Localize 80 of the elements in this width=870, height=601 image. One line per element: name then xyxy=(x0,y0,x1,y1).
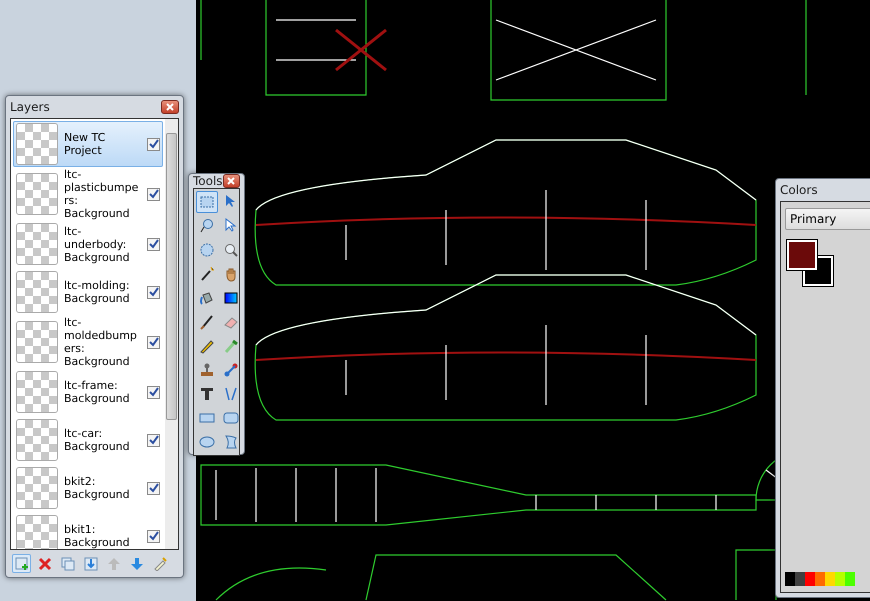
check-icon xyxy=(148,483,158,493)
layer-item[interactable]: ltc-car: Background xyxy=(13,417,163,463)
gradient-icon xyxy=(223,290,239,306)
layer-item[interactable]: ltc-underbody: Background xyxy=(13,221,163,267)
recolor-icon xyxy=(223,362,239,378)
color-mode-dropdown[interactable]: Primary xyxy=(785,208,870,230)
check-icon xyxy=(148,239,158,249)
layer-item[interactable]: bkit1: Background xyxy=(13,513,163,549)
visibility-checkbox[interactable] xyxy=(147,482,160,494)
layer-item[interactable]: ltc-molding: Background xyxy=(13,269,163,315)
eyedropper-icon xyxy=(223,338,239,354)
window-title: Tools xyxy=(193,174,223,188)
layer-name: ltc-plasticbumpers: Background xyxy=(64,168,140,220)
rectangle-select-icon xyxy=(199,194,215,210)
visibility-checkbox[interactable] xyxy=(147,336,160,348)
layer-thumbnail xyxy=(16,321,58,363)
close-button[interactable] xyxy=(222,174,240,188)
window-title: Colors xyxy=(780,183,818,197)
layer-name: ltc-underbody: Background xyxy=(64,224,131,264)
check-icon xyxy=(148,337,158,347)
layer-item[interactable]: bkit2: Background xyxy=(13,465,163,511)
check-icon xyxy=(148,387,158,397)
layer-name: bkit2: Background xyxy=(64,475,131,501)
magnifier-icon xyxy=(223,242,239,258)
palette-color[interactable] xyxy=(805,572,815,586)
scrollbar-thumb[interactable] xyxy=(166,133,177,420)
lasso-icon xyxy=(199,218,215,234)
palette-color[interactable] xyxy=(825,572,835,586)
layer-thumbnail xyxy=(16,419,58,461)
close-button[interactable] xyxy=(161,100,179,114)
visibility-checkbox[interactable] xyxy=(147,434,160,446)
outline-arrow-icon xyxy=(223,218,239,234)
primary-color-swatch[interactable] xyxy=(787,240,817,270)
layer-name: ltc-moldedbumpers: Background xyxy=(64,316,138,368)
check-icon xyxy=(148,287,158,297)
layer-thumbnail xyxy=(16,371,58,413)
layer-name: ltc-car: Background xyxy=(64,427,131,453)
layer-name: bkit1: Background xyxy=(64,523,131,549)
layer-thumbnail xyxy=(16,223,58,265)
text-icon xyxy=(199,386,215,402)
curve-line-icon xyxy=(223,386,239,402)
rounded-rectangle-icon xyxy=(223,410,239,426)
check-icon xyxy=(148,435,158,445)
layer-name: New TC Project xyxy=(64,131,106,157)
layer-name: ltc-molding: Background xyxy=(64,279,131,305)
layer-thumbnail xyxy=(16,123,58,165)
window-title: Layers xyxy=(10,100,50,114)
pencil-icon xyxy=(199,338,215,354)
palette-color[interactable] xyxy=(795,572,805,586)
layer-item[interactable]: ltc-plasticbumpers: Background xyxy=(13,169,163,219)
ellipse-icon xyxy=(199,434,215,450)
freeform-shape-icon xyxy=(223,434,239,450)
visibility-checkbox[interactable] xyxy=(147,286,160,298)
close-icon xyxy=(227,177,236,185)
palette-color[interactable] xyxy=(815,572,825,586)
stamp-icon xyxy=(199,362,215,378)
visibility-checkbox[interactable] xyxy=(147,386,160,398)
palette-color[interactable] xyxy=(785,572,795,586)
palette-color[interactable] xyxy=(835,572,845,586)
paintbrush-icon xyxy=(199,314,215,330)
layer-item[interactable]: ltc-moldedbumpers: Background xyxy=(13,317,163,367)
visibility-checkbox[interactable] xyxy=(147,138,160,150)
check-icon xyxy=(148,531,158,541)
check-icon xyxy=(148,189,158,199)
visibility-checkbox[interactable] xyxy=(147,530,160,542)
visibility-checkbox[interactable] xyxy=(147,238,160,250)
layer-item[interactable]: ltc-frame: Background xyxy=(13,369,163,415)
layer-thumbnail xyxy=(16,173,58,215)
ellipse-select-icon xyxy=(199,242,215,258)
layer-thumbnail xyxy=(16,271,58,313)
layer-name: ltc-frame: Background xyxy=(64,379,131,405)
close-icon xyxy=(166,103,174,111)
add-layer-button[interactable] xyxy=(12,554,31,573)
visibility-checkbox[interactable] xyxy=(147,188,160,200)
palette-color[interactable] xyxy=(845,572,855,586)
check-icon xyxy=(148,139,158,149)
layer-item[interactable]: New TC Project xyxy=(13,121,163,167)
paint-bucket-icon xyxy=(199,290,215,306)
layer-thumbnail xyxy=(16,467,58,509)
magic-wand-icon xyxy=(199,266,215,282)
